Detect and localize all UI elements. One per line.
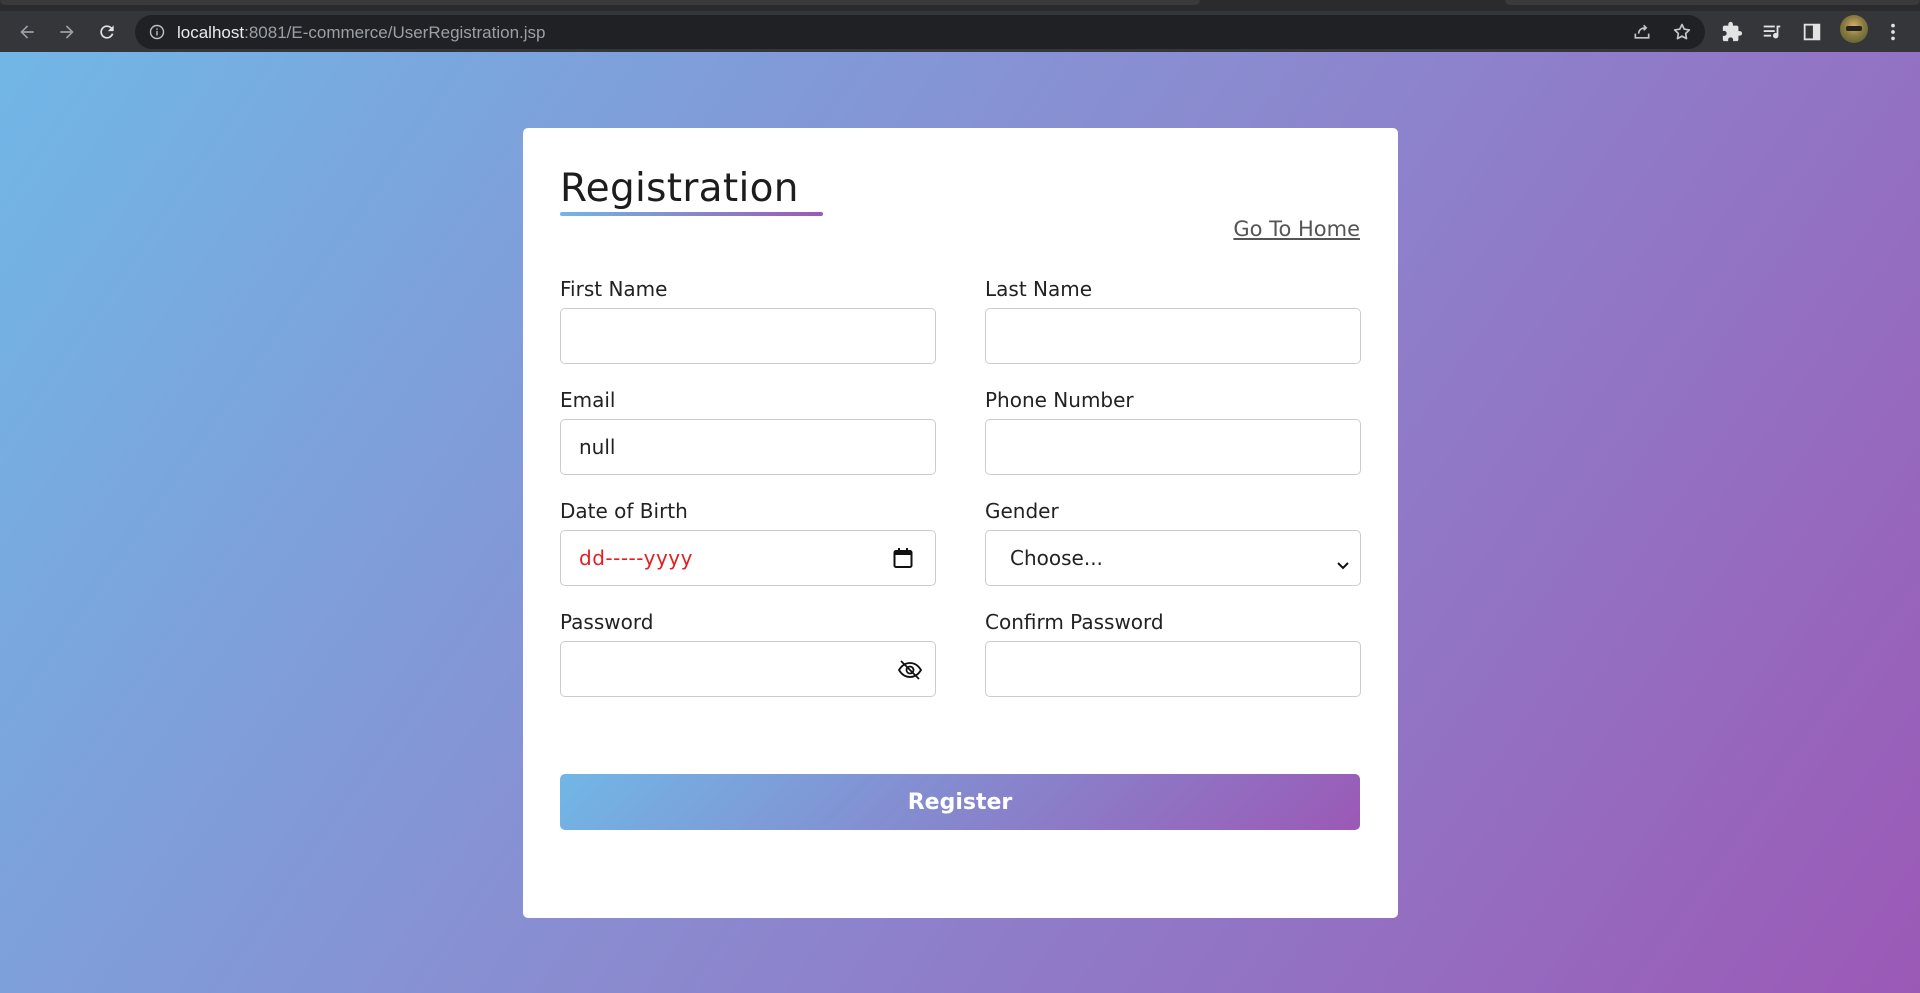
browser-toolbar: localhost:8081/E-commerce/UserRegistrati… xyxy=(0,11,1920,52)
eye-slash-icon[interactable] xyxy=(897,658,923,682)
media-icon[interactable] xyxy=(1761,21,1783,43)
phone-number-field[interactable] xyxy=(985,419,1361,475)
last-name-label: Last Name xyxy=(985,277,1093,301)
calendar-icon[interactable] xyxy=(891,546,915,570)
confirm-password-field[interactable] xyxy=(985,641,1361,697)
first-name-field[interactable] xyxy=(560,308,936,364)
page-title: Registration xyxy=(560,166,799,211)
register-button[interactable]: Register xyxy=(560,774,1360,830)
registration-card: Registration Go To Home First Name Last … xyxy=(523,128,1398,918)
gender-label: Gender xyxy=(985,499,1059,523)
menu-icon[interactable] xyxy=(1882,21,1904,43)
go-to-home-link[interactable]: Go To Home xyxy=(1233,217,1360,241)
url-host: localhost xyxy=(177,23,245,42)
url-text[interactable]: localhost:8081/E-commerce/UserRegistrati… xyxy=(177,23,546,43)
url-path: :8081/E-commerce/UserRegistration.jsp xyxy=(244,23,546,42)
star-icon[interactable] xyxy=(1672,22,1692,42)
page-background: Registration Go To Home First Name Last … xyxy=(0,52,1920,993)
date-of-birth-value: dd-----yyyy xyxy=(579,546,693,570)
email-field[interactable]: null xyxy=(560,419,936,475)
profile-avatar[interactable] xyxy=(1840,15,1868,43)
last-name-field[interactable] xyxy=(985,308,1361,364)
active-tab-edge[interactable] xyxy=(0,0,1200,5)
back-icon[interactable] xyxy=(14,19,40,45)
info-icon[interactable] xyxy=(149,24,165,40)
forward-icon[interactable] xyxy=(54,19,80,45)
address-bar[interactable]: localhost:8081/E-commerce/UserRegistrati… xyxy=(135,15,1705,49)
password-field[interactable] xyxy=(560,641,936,697)
inactive-tab-edge[interactable] xyxy=(1505,0,1920,5)
title-underline xyxy=(560,212,823,216)
reload-icon[interactable] xyxy=(94,19,120,45)
date-of-birth-label: Date of Birth xyxy=(560,499,688,523)
gender-selected-value: Choose... xyxy=(1010,546,1103,570)
gender-select[interactable]: Choose... xyxy=(985,530,1361,586)
phone-number-label: Phone Number xyxy=(985,388,1134,412)
email-label: Email xyxy=(560,388,616,412)
share-icon[interactable] xyxy=(1632,22,1652,42)
chevron-down-icon xyxy=(1336,553,1350,570)
first-name-label: First Name xyxy=(560,277,668,301)
extensions-icon[interactable] xyxy=(1721,21,1743,43)
confirm-password-label: Confirm Password xyxy=(985,610,1164,634)
password-label: Password xyxy=(560,610,654,634)
side-panel-icon[interactable] xyxy=(1801,21,1823,43)
date-of-birth-field[interactable]: dd-----yyyy xyxy=(560,530,936,586)
